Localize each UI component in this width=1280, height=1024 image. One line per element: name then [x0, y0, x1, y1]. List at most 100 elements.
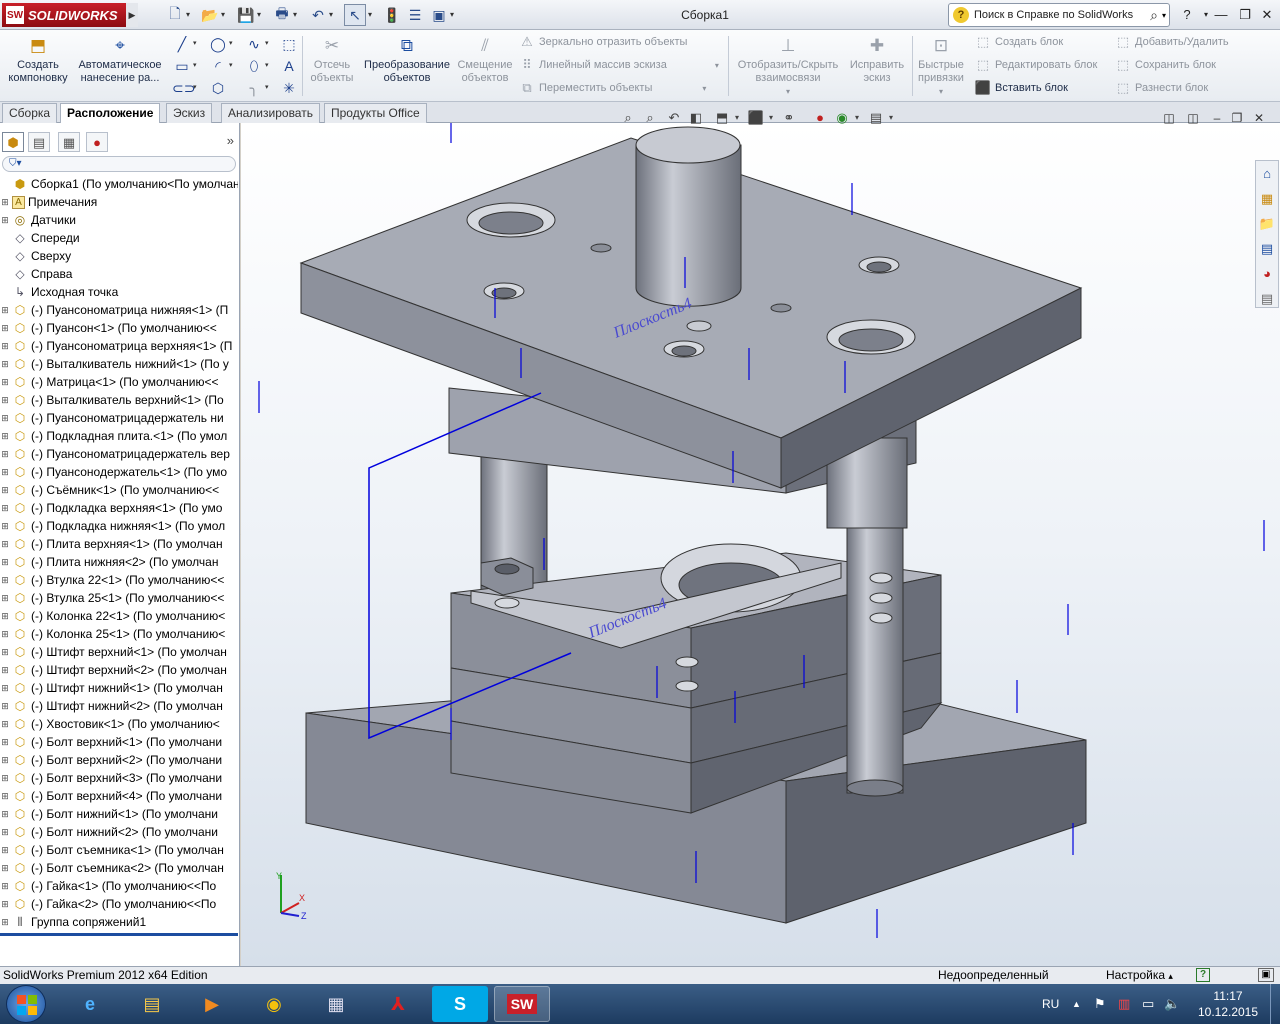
arc-tool-icon[interactable]: ◜	[208, 56, 228, 76]
move-entities-button[interactable]: ⫽ Смещение объектов	[454, 32, 516, 100]
zoom-to-area-icon[interactable]: ⌕	[640, 108, 660, 128]
tree-expand-icon[interactable]: ⊞	[0, 805, 10, 823]
tree-expand-icon[interactable]: ⊞	[0, 337, 10, 355]
tree-item[interactable]: ⊞ ⬡ (-) Втулка 22<1> (По умолчанию<<	[0, 571, 238, 589]
menu-expand-arrow-icon[interactable]: ▶	[126, 3, 138, 27]
slot-dropdown-icon[interactable]: ▾	[193, 78, 201, 98]
property-manager-icon[interactable]: ▤	[28, 132, 50, 152]
ellipse-tool-icon[interactable]: ⬯	[244, 56, 264, 76]
file-properties-icon[interactable]: ☰	[404, 4, 426, 26]
doc-minimize-icon[interactable]: –	[1208, 109, 1226, 127]
tree-item[interactable]: ⊞ ⬡ (-) Плита нижняя<2> (По умолчан	[0, 553, 238, 571]
tree-item[interactable]: ⊞ ⬡ (-) Пуансонодержатель<1> (По умо	[0, 463, 238, 481]
tree-expand-icon[interactable]: ⊞	[0, 751, 10, 769]
close-icon[interactable]: ✕	[1256, 5, 1278, 25]
tree-expand-icon[interactable]: ⊞	[0, 679, 10, 697]
file-explorer-taskbar-icon[interactable]: ▤	[124, 986, 180, 1022]
viewport-split-icon[interactable]: ◫	[1184, 109, 1202, 127]
polygon-tool-icon[interactable]: ⬡	[208, 78, 228, 98]
tree-expand-icon[interactable]: ⊞	[0, 517, 10, 535]
file-explorer-icon[interactable]: 📁	[1256, 213, 1278, 235]
volume-icon[interactable]: 🔈	[1164, 984, 1180, 1024]
die-set-model[interactable]	[299, 126, 1087, 924]
select-dropdown-icon[interactable]: ▾	[368, 4, 378, 26]
status-message-icon[interactable]: ▣	[1258, 968, 1274, 982]
tree-item[interactable]: ⊞ ⬡ (-) Штифт верхний<2> (По умолчан	[0, 661, 238, 679]
slot-tool-icon[interactable]: ⊂⊃	[172, 78, 195, 98]
help-search-input[interactable]: Поиск в Справке по SolidWorks	[974, 9, 1150, 21]
circle-tool-icon[interactable]: ◯	[208, 34, 228, 54]
insert-block-button[interactable]: ⬛ Вставить блок	[974, 78, 1068, 98]
tree-expand-icon[interactable]: ⊞	[0, 445, 10, 463]
view-orientation-icon[interactable]: ⬒	[712, 108, 732, 128]
new-dropdown-icon[interactable]: ▾	[186, 4, 196, 26]
tab-evaluate[interactable]: Анализировать	[221, 103, 320, 123]
search-dropdown-icon[interactable]: ▾	[1162, 11, 1166, 20]
doc-close-icon[interactable]: ✕	[1250, 109, 1268, 127]
tree-expand-icon[interactable]: ⊞	[0, 571, 10, 589]
line-dropdown-icon[interactable]: ▾	[193, 34, 201, 54]
hide-show-items-icon[interactable]: ⚭	[778, 108, 800, 128]
help-search-box[interactable]: ? Поиск в Справке по SolidWorks ⌕ ▾	[948, 3, 1170, 27]
save-dropdown-icon[interactable]: ▾	[257, 4, 267, 26]
tree-expand-icon[interactable]: ⊞	[0, 481, 10, 499]
design-library-icon[interactable]: ▦	[1256, 188, 1278, 210]
open-dropdown-icon[interactable]: ▾	[221, 4, 231, 26]
text-tool-icon[interactable]: A	[279, 56, 299, 76]
view-orientation-dropdown-icon[interactable]: ▾	[732, 108, 742, 128]
add-remove-block-button[interactable]: ⬚ Добавить/Удалить	[1114, 32, 1229, 52]
media-player-icon[interactable]: ▶	[184, 986, 240, 1022]
quick-snaps-button[interactable]: ⊡ Быстрые привязки ▾	[914, 32, 968, 100]
tree-item[interactable]: ⊞ ⬡ (-) Подкладная плита.<1> (По умол	[0, 427, 238, 445]
tree-item[interactable]: ⊞ ⬡ (-) Матрица<1> (По умолчанию<<	[0, 373, 238, 391]
tree-item[interactable]: ⊞ ⬡ (-) Болт съемника<1> (По умолчан	[0, 841, 238, 859]
status-help-icon[interactable]: ?	[1196, 968, 1210, 982]
options-icon[interactable]: ▣	[428, 4, 450, 26]
options-dropdown-icon[interactable]: ▾	[450, 4, 460, 26]
appearance-icon[interactable]: ●	[810, 108, 830, 128]
tab-sketch[interactable]: Эскиз	[166, 103, 213, 123]
tree-item[interactable]: ⊞ ◎ Датчики	[0, 211, 238, 229]
minimize-icon[interactable]: —	[1210, 5, 1232, 25]
viewport-tile-icon[interactable]: ◫	[1160, 109, 1178, 127]
circle-dropdown-icon[interactable]: ▾	[229, 34, 237, 54]
appearances-scenes-icon[interactable]: ◕	[1256, 263, 1278, 285]
explode-block-button[interactable]: ⬚ Разнести блок	[1114, 78, 1208, 98]
pattern-dropdown-icon[interactable]: ▾	[715, 61, 719, 70]
offset-entities-button[interactable]: ✂ Отсечь объекты	[304, 32, 360, 100]
network-icon[interactable]: ▥	[1118, 984, 1130, 1024]
view-settings-icon[interactable]: ▤	[866, 108, 886, 128]
tree-item[interactable]: ⊞ ⬡ (-) Колонка 25<1> (По умолчанию<	[0, 625, 238, 643]
tree-expand-icon[interactable]: ⊞	[0, 499, 10, 517]
display-style-dropdown-icon[interactable]: ▾	[766, 108, 776, 128]
tree-expand-icon[interactable]: ⊞	[0, 301, 10, 319]
create-block-button[interactable]: ⬚ Создать блок	[974, 32, 1063, 52]
repair-sketch-button[interactable]: ✚ Исправить эскиз	[846, 32, 908, 100]
tree-expand-icon[interactable]: ⊞	[0, 661, 10, 679]
solidworks-taskbar-icon[interactable]: SW	[494, 986, 550, 1022]
tree-item[interactable]: ⊞ A Примечания	[0, 193, 238, 211]
calculator-icon[interactable]: ▦	[308, 986, 364, 1022]
scene-dropdown-icon[interactable]: ▾	[852, 108, 862, 128]
clock[interactable]: 11:17 10.12.2015	[1188, 988, 1268, 1020]
tree-item[interactable]: ⊞ ⬡ (-) Выталкиватель верхний<1> (По	[0, 391, 238, 409]
point-tool-icon[interactable]: ✳	[279, 78, 299, 98]
ellipse-dropdown-icon[interactable]: ▾	[265, 56, 273, 76]
fillet-tool-icon[interactable]: ╮	[244, 78, 264, 98]
tab-office-products[interactable]: Продукты Office	[324, 103, 427, 123]
tree-expand-icon[interactable]: ⊞	[0, 643, 10, 661]
chrome-icon[interactable]: ◉	[246, 986, 302, 1022]
tree-item[interactable]: ⊞ ⬡ (-) Подкладка нижняя<1> (По умол	[0, 517, 238, 535]
start-button[interactable]	[6, 985, 46, 1023]
linear-pattern-button[interactable]: ⠿ Линейный массив эскиза ▾	[518, 55, 719, 75]
tree-item[interactable]: ⊞ ⬡ (-) Колонка 22<1> (По умолчанию<	[0, 607, 238, 625]
tree-expand-icon[interactable]: ⊞	[0, 355, 10, 373]
select-cursor-icon[interactable]: ↖	[344, 4, 366, 26]
tree-item[interactable]: ⊞ ⬡ (-) Болт верхний<1> (По умолчани	[0, 733, 238, 751]
tree-expand-icon[interactable]: ⊞	[0, 841, 10, 859]
move-dropdown-icon[interactable]: ▾	[702, 84, 706, 93]
tree-item[interactable]: ⊞ ⬡ (-) Втулка 25<1> (По умолчанию<<	[0, 589, 238, 607]
save-icon[interactable]: 💾	[235, 4, 257, 26]
tree-expand-icon[interactable]: ⊞	[0, 535, 10, 553]
show-hide-relations-button[interactable]: ⊥ Отобразить/Скрыть взаимосвязи ▾	[732, 32, 844, 100]
